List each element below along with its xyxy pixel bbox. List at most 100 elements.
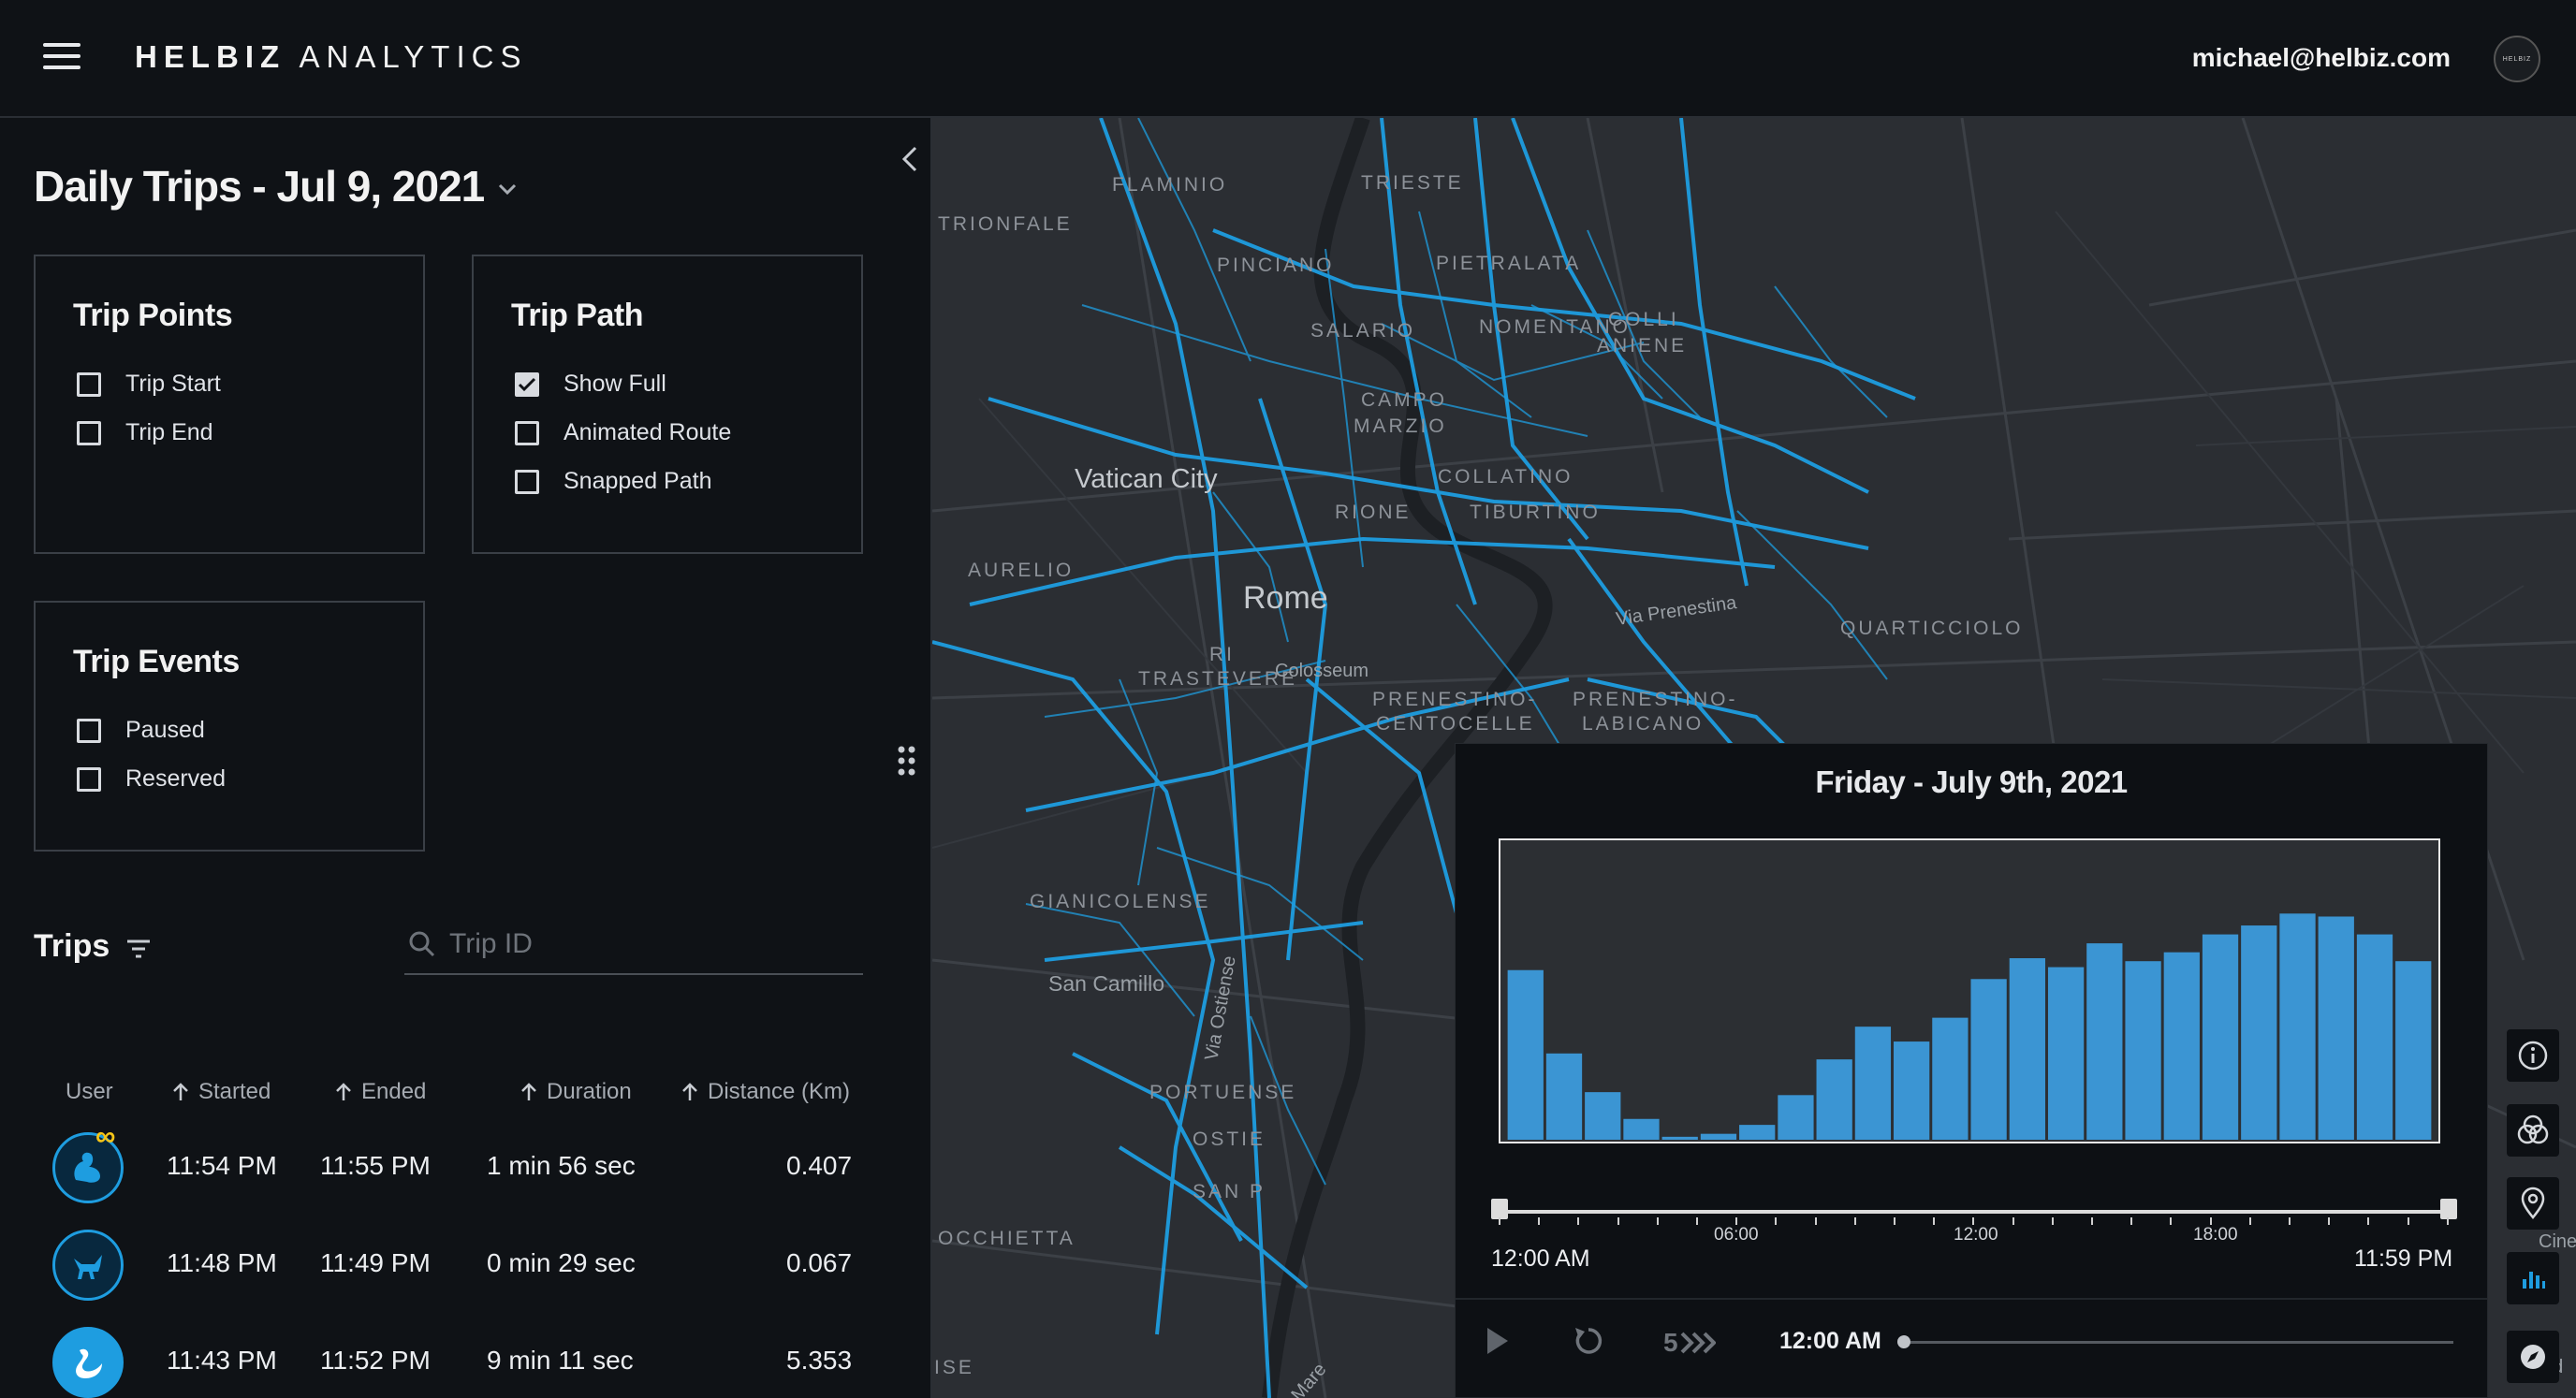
table-row[interactable]: ∞ 11:54 PM 11:55 PM 1 min 56 sec 0.407 [0, 1121, 932, 1220]
playback-handle[interactable] [1897, 1335, 1910, 1348]
slider-tick [2446, 1217, 2449, 1225]
trip-path-title: Trip Path [511, 298, 643, 333]
range-start-handle[interactable] [1491, 1199, 1508, 1219]
map-label: TRIESTE [1361, 172, 1464, 194]
top-bar: HELBIZ ANALYTICS michael@helbiz.com HELB… [0, 0, 2576, 118]
duration-cell: 0 min 29 sec [487, 1248, 636, 1277]
slider-tick [1696, 1217, 1698, 1225]
map-label: AURELIO [968, 560, 1075, 581]
trip-end-checkbox[interactable] [77, 420, 101, 445]
range-end-handle[interactable] [2440, 1199, 2457, 1219]
chart-button[interactable] [2507, 1252, 2559, 1304]
animated-route-option[interactable]: Animated Route [515, 419, 731, 446]
histogram-bar-13:00 [2009, 958, 2045, 1141]
map-label: PRENESTINO- [1573, 689, 1738, 710]
layers-button[interactable] [2507, 1104, 2559, 1157]
paused-option[interactable]: Paused [77, 717, 205, 744]
map-label: COLLI [1608, 309, 1679, 330]
duration-cell: 1 min 56 sec [487, 1151, 636, 1180]
slider-tick [1538, 1217, 1541, 1225]
chevron-left-icon[interactable] [895, 140, 923, 178]
play-icon[interactable] [1484, 1324, 1512, 1358]
location-button[interactable] [2507, 1177, 2559, 1230]
col-started[interactable]: Started [172, 1079, 271, 1105]
histogram-bar-16:00 [2125, 961, 2161, 1141]
speed-button[interactable]: 5 [1663, 1328, 1716, 1358]
map-label: CENTOCELLE [1376, 713, 1535, 735]
compass-button[interactable] [2507, 1331, 2559, 1383]
col-ended[interactable]: Ended [335, 1079, 426, 1105]
animated-route-checkbox[interactable] [515, 420, 539, 445]
info-icon [2518, 1041, 2548, 1070]
chevron-down-icon[interactable] [497, 182, 518, 196]
replay-icon[interactable] [1572, 1324, 1605, 1358]
timeline-panel: Friday - July 9th, 2021 06:00 12:00 18:0… [1455, 743, 2488, 1398]
map-label: Vatican City [1075, 464, 1218, 494]
map-label: CAMPO [1361, 389, 1448, 411]
histogram-bar-21:00 [2318, 916, 2354, 1141]
tick-label: 06:00 [1714, 1225, 1759, 1245]
snapped-path-checkbox[interactable] [515, 469, 539, 494]
user-email[interactable]: michael@helbiz.com [2192, 43, 2451, 73]
slider-tick [1577, 1217, 1580, 1225]
histogram-bar-14:00 [2047, 967, 2085, 1141]
trip-points-title: Trip Points [73, 298, 233, 333]
distance-cell: 0.067 [786, 1248, 853, 1277]
table-row[interactable]: 11:43 PM 11:52 PM 9 min 11 sec 5.353 [0, 1318, 932, 1398]
info-button[interactable] [2507, 1029, 2559, 1082]
timeline-date: Friday - July 9th, 2021 [1815, 765, 2128, 799]
avatar[interactable]: HELBIZ [2494, 36, 2540, 82]
playback-track[interactable] [1903, 1341, 2453, 1344]
time-range-track[interactable] [1495, 1210, 2450, 1214]
show-full-checkbox[interactable] [515, 371, 539, 397]
slider-tick [2209, 1217, 2212, 1225]
histogram-bar-10:00 [1894, 1041, 1930, 1141]
trip-end-label: Trip End [125, 419, 213, 445]
trip-start-option[interactable]: Trip Start [77, 371, 221, 398]
histogram-bar-06:00 [1739, 1125, 1776, 1141]
map-label: PRENESTINO- [1372, 689, 1538, 710]
trip-end-option[interactable]: Trip End [77, 419, 213, 446]
trip-start-checkbox[interactable] [77, 371, 101, 397]
unlimited-badge: ∞ [95, 1121, 116, 1152]
distance-cell: 0.407 [786, 1151, 853, 1180]
reserved-option[interactable]: Reserved [77, 765, 226, 793]
col-user[interactable]: User [66, 1079, 113, 1105]
trip-path-card: Trip Path Show Full Animated Route Snapp… [472, 255, 863, 554]
histogram-bar-17:00 [2163, 952, 2200, 1141]
slider-tick [2289, 1217, 2291, 1225]
col-duration[interactable]: Duration [520, 1079, 632, 1105]
map-label: PINCIANO [1217, 255, 1335, 276]
map-label: GIANICOLENSE [1030, 891, 1211, 912]
paused-checkbox[interactable] [77, 718, 101, 743]
animated-route-label: Animated Route [564, 419, 732, 445]
histogram-bar-09:00 [1854, 1027, 1892, 1141]
slider-tick [2170, 1217, 2173, 1225]
search-icon [409, 931, 435, 957]
trip-search[interactable] [404, 917, 863, 975]
reserved-label: Reserved [125, 765, 226, 792]
trip-start-label: Trip Start [125, 371, 221, 397]
col-distance[interactable]: Distance (Km) [681, 1079, 850, 1105]
map-label: RI [1209, 644, 1235, 665]
slider-tick [1853, 1217, 1856, 1225]
histogram-bar-20:00 [2279, 913, 2316, 1141]
map-label: COLLATINO [1438, 466, 1573, 488]
reserved-checkbox[interactable] [77, 766, 101, 792]
filter-icon[interactable] [125, 939, 152, 959]
histogram-bar-22:00 [2356, 934, 2393, 1141]
slider-tick [1894, 1217, 1895, 1225]
hamburger-menu-icon[interactable] [43, 43, 80, 75]
snapped-path-option[interactable]: Snapped Path [515, 468, 711, 495]
page-title-row[interactable]: Daily Trips - Jul 9, 2021 [34, 161, 518, 211]
slider-tick [2407, 1217, 2409, 1225]
map-label: Colosseum [1275, 661, 1369, 681]
table-row[interactable]: 11:48 PM 11:49 PM 0 min 29 sec 0.067 [0, 1220, 932, 1318]
trip-id-input[interactable] [447, 925, 854, 964]
drag-handle-icon[interactable] [897, 745, 917, 777]
map-label: PORTUENSE [1149, 1082, 1297, 1103]
map-label: RIONE [1335, 502, 1412, 523]
map-label: ANIENE [1597, 335, 1688, 357]
map-label: OSTIE [1193, 1129, 1266, 1150]
show-full-option[interactable]: Show Full [515, 371, 666, 398]
